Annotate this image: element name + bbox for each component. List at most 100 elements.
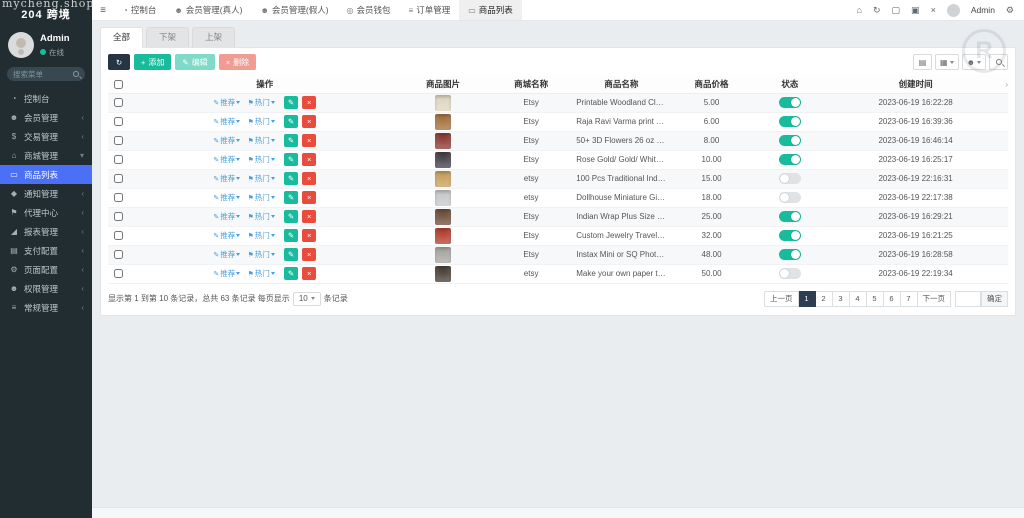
page-button[interactable]: 1 — [798, 290, 816, 307]
product-thumbnail[interactable] — [435, 208, 452, 225]
status-toggle[interactable] — [778, 135, 801, 146]
column-header-name[interactable]: 商品名称 — [576, 76, 667, 94]
product-thumbnail[interactable] — [435, 113, 452, 130]
topnav-tab[interactable]: ◎ 会员钱包 — [338, 0, 400, 20]
recommend-link[interactable]: ✎推荐 — [213, 231, 241, 240]
sidebar-item[interactable]: ⚙ 页面配置 ‹ — [0, 260, 92, 279]
hot-link[interactable]: ⚑热门 — [247, 250, 275, 259]
sidebar-search-input[interactable]: 搜索菜单 — [7, 67, 85, 81]
delete-button[interactable]: × 删除 — [218, 54, 257, 70]
status-toggle[interactable] — [778, 249, 801, 260]
sidebar-item[interactable]: ◢ 报表管理 ‹ — [0, 222, 92, 241]
topnav-icon[interactable]: × — [931, 5, 936, 15]
recommend-link[interactable]: ✎推荐 — [213, 193, 241, 202]
row-edit-button[interactable]: ✎ — [283, 191, 298, 204]
user-menu[interactable]: Admin — [971, 5, 995, 15]
sidebar-item[interactable]: ☻ 权限管理 ‹ — [0, 279, 92, 298]
row-edit-button[interactable]: ✎ — [283, 248, 298, 261]
row-delete-button[interactable]: × — [302, 248, 317, 261]
list-view-button[interactable]: ▤ — [913, 54, 933, 70]
page-button[interactable]: 4 — [849, 290, 867, 307]
status-toggle[interactable] — [778, 268, 801, 279]
gear-icon[interactable]: ⚙ — [1006, 5, 1014, 16]
row-delete-button[interactable]: × — [302, 115, 317, 128]
recommend-link[interactable]: ✎推荐 — [213, 212, 241, 221]
row-edit-button[interactable]: ✎ — [283, 96, 298, 109]
row-checkbox[interactable] — [114, 136, 124, 146]
page-button[interactable]: 7 — [900, 290, 918, 307]
page-button[interactable]: 2 — [815, 290, 833, 307]
row-checkbox[interactable] — [114, 155, 124, 165]
filter-tab[interactable]: 下架 — [146, 27, 190, 47]
sidebar-item[interactable]: ▤ 支付配置 ‹ — [0, 241, 92, 260]
hot-link[interactable]: ⚑热门 — [247, 269, 275, 278]
status-toggle[interactable] — [778, 230, 801, 241]
recommend-link[interactable]: ✎推荐 — [213, 269, 241, 278]
topnav-icon[interactable]: ▣ — [911, 5, 920, 16]
hot-link[interactable]: ⚑热门 — [247, 193, 275, 202]
sidebar-item[interactable]: ◔ 控制台 — [0, 89, 92, 108]
column-header-time[interactable]: 创建时间 › — [823, 76, 1008, 94]
search-toggle-button[interactable] — [989, 54, 1008, 70]
page-jump-input[interactable] — [955, 290, 981, 307]
recommend-link[interactable]: ✎推荐 — [213, 98, 241, 107]
row-checkbox[interactable] — [114, 231, 124, 241]
product-thumbnail[interactable] — [435, 246, 452, 263]
product-thumbnail[interactable] — [435, 265, 452, 282]
row-delete-button[interactable]: × — [302, 96, 317, 109]
row-checkbox[interactable] — [114, 98, 124, 108]
topnav-tab[interactable]: ☻ 会员管理(真人) — [165, 0, 251, 20]
product-thumbnail[interactable] — [435, 189, 452, 206]
page-button[interactable]: 5 — [866, 290, 884, 307]
avatar[interactable] — [8, 32, 34, 58]
row-delete-button[interactable]: × — [302, 210, 317, 223]
row-delete-button[interactable]: × — [302, 134, 317, 147]
refresh-button[interactable]: ↻ — [108, 54, 130, 70]
row-delete-button[interactable]: × — [302, 267, 317, 280]
hot-link[interactable]: ⚑热门 — [247, 231, 275, 240]
hot-link[interactable]: ⚑热门 — [247, 117, 275, 126]
column-header-operation[interactable]: 操作 — [129, 76, 401, 94]
row-delete-button[interactable]: × — [302, 172, 317, 185]
row-checkbox[interactable] — [114, 269, 124, 279]
page-button[interactable]: 6 — [883, 290, 901, 307]
page-jump-go-button[interactable]: 确定 — [981, 290, 1008, 307]
edit-button[interactable]: ✎ 编辑 — [175, 54, 215, 70]
sidebar-item[interactable]: ⌂ 商城管理 ▾ — [0, 146, 92, 165]
sidebar-item[interactable]: $ 交易管理 ‹ — [0, 127, 92, 146]
recommend-link[interactable]: ✎推荐 — [213, 117, 241, 126]
row-delete-button[interactable]: × — [302, 153, 317, 166]
column-header-shop[interactable]: 商城名称 — [486, 76, 577, 94]
add-button[interactable]: + 添加 — [134, 54, 172, 70]
product-thumbnail[interactable] — [435, 151, 452, 168]
hot-link[interactable]: ⚑热门 — [247, 155, 275, 164]
columns-button[interactable]: ▦ — [935, 54, 959, 70]
topnav-tab[interactable]: ≡ 订单管理 — [400, 0, 460, 20]
hot-link[interactable]: ⚑热门 — [247, 98, 275, 107]
row-checkbox[interactable] — [114, 174, 124, 184]
status-toggle[interactable] — [778, 116, 801, 127]
column-header-price[interactable]: 商品价格 — [666, 76, 757, 94]
sidebar-item[interactable]: ≡ 常规管理 ‹ — [0, 298, 92, 317]
status-toggle[interactable] — [778, 97, 801, 108]
row-edit-button[interactable]: ✎ — [283, 172, 298, 185]
select-all-checkbox[interactable] — [114, 80, 124, 90]
topnav-tab[interactable]: ☻ 会员管理(假人) — [251, 0, 337, 20]
recommend-link[interactable]: ✎推荐 — [213, 136, 241, 145]
sidebar-item[interactable]: ⚑ 代理中心 ‹ — [0, 203, 92, 222]
hot-link[interactable]: ⚑热门 — [247, 174, 275, 183]
row-edit-button[interactable]: ✎ — [283, 210, 298, 223]
sidebar-item[interactable]: ◆ 通知管理 ‹ — [0, 184, 92, 203]
topnav-icon[interactable]: ▢ — [892, 5, 901, 16]
row-edit-button[interactable]: ✎ — [283, 229, 298, 242]
status-toggle[interactable] — [778, 192, 801, 203]
row-edit-button[interactable]: ✎ — [283, 115, 298, 128]
hot-link[interactable]: ⚑热门 — [247, 212, 275, 221]
row-delete-button[interactable]: × — [302, 229, 317, 242]
product-thumbnail[interactable] — [435, 132, 452, 149]
sidebar-item[interactable]: ▭ 商品列表 — [0, 165, 92, 184]
column-header-image[interactable]: 商品图片 — [400, 76, 487, 94]
avatar[interactable] — [946, 3, 960, 17]
status-toggle[interactable] — [778, 154, 801, 165]
product-thumbnail[interactable] — [435, 94, 452, 111]
